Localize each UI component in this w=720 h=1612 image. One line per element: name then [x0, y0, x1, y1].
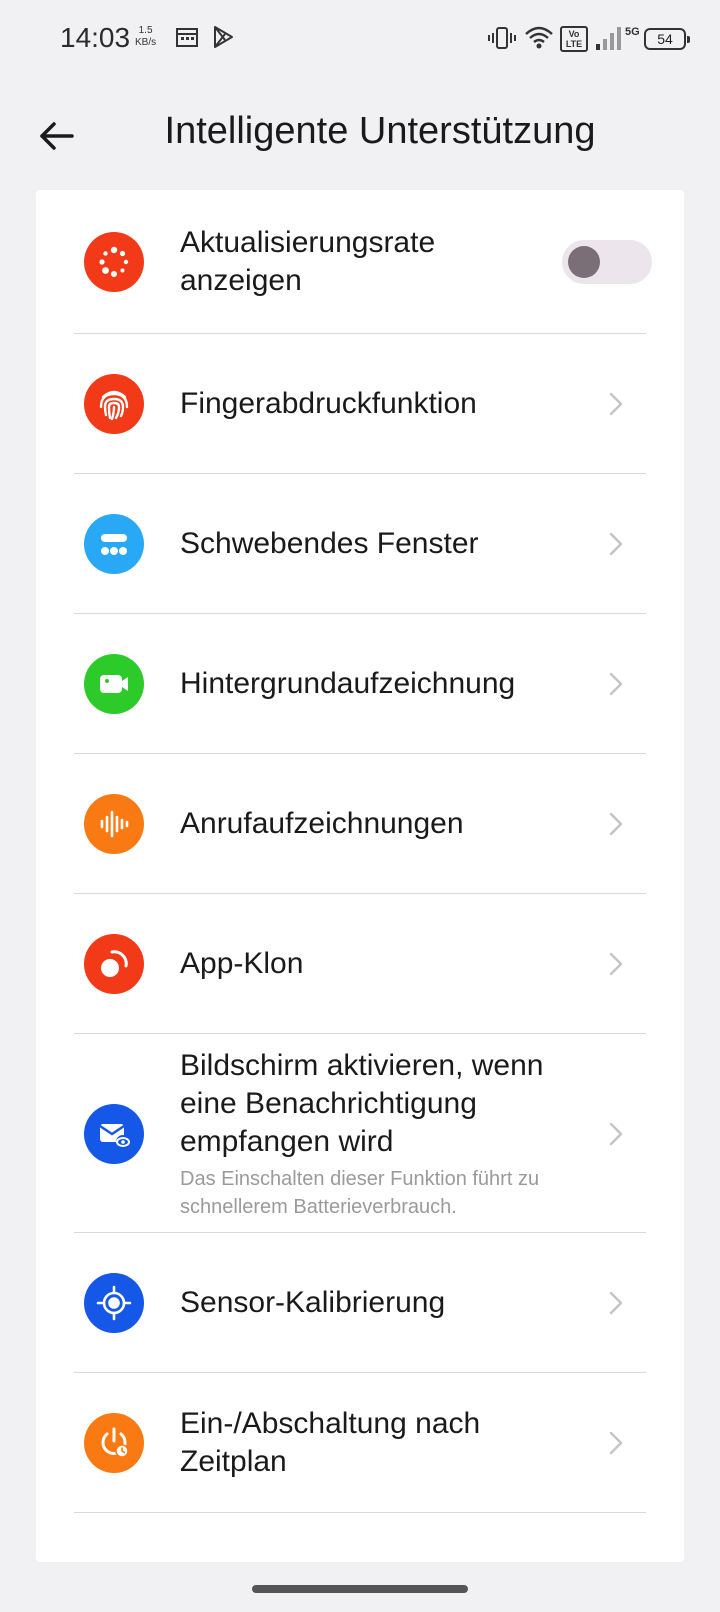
setting-background-recording[interactable]: Hintergrundaufzeichnung [36, 614, 684, 754]
setting-label: Fingerabdruckfunktion [180, 387, 477, 420]
chevron-right-icon [609, 1431, 623, 1455]
status-time: 14:03 [60, 22, 131, 53]
play-store-icon [214, 26, 233, 48]
chevron-right-icon [609, 532, 623, 556]
setting-label: Anrufaufzeichnungen [180, 807, 464, 840]
setting-sublabel: Das Einschalten dieser Funktion führt zu… [180, 1167, 540, 1218]
setting-label: Aktualisierungsrate anzeigen [180, 226, 436, 297]
notification-wake-icon [84, 1103, 144, 1164]
setting-call-recordings[interactable]: Anrufaufzeichnungen [36, 754, 684, 894]
setting-label: Hintergrundaufzeichnung [180, 667, 516, 700]
scheduled-power-icon [84, 1413, 144, 1473]
setting-label: Ein-/Abschaltung nach Zeitplan [180, 1407, 481, 1478]
chevron-right-icon [609, 812, 623, 836]
floating-window-icon [84, 514, 144, 574]
chevron-right-icon [609, 1122, 623, 1145]
chevron-right-icon [609, 952, 623, 976]
refresh-rate-icon [84, 232, 144, 292]
battery-icon: 54 [644, 28, 690, 50]
setting-sensor-calibration[interactable]: Sensor-Kalibrierung [36, 1233, 684, 1373]
setting-label: Bildschirm aktivieren, wenn eine Benachr… [180, 1048, 544, 1158]
setting-label: Sensor-Kalibrierung [180, 1286, 446, 1319]
toggle-knob [568, 246, 600, 278]
fingerprint-icon [84, 374, 144, 434]
settings-list: Aktualisierungsrate anzeigen Fingerabdru… [36, 190, 684, 1562]
calendar-icon [176, 28, 198, 47]
setting-wake-on-notification[interactable]: Bildschirm aktivieren, wenn eine Benachr… [36, 1034, 684, 1233]
page-title: Intelligente Unterstützung [164, 110, 596, 152]
signal-icon [596, 27, 621, 50]
call-recording-icon [84, 794, 144, 854]
app-clone-icon [84, 934, 144, 994]
setting-floating-window[interactable]: Schwebendes Fenster [36, 474, 684, 614]
setting-scheduled-power[interactable]: Ein-/Abschaltung nach Zeitplan [36, 1373, 684, 1513]
setting-label: Schwebendes Fenster [180, 527, 479, 560]
header: Intelligente Unterstützung [0, 90, 720, 180]
status-bar: 14:03 1.5 KB/s Vo LTE 5G 54 [0, 0, 720, 80]
setting-refresh-rate[interactable]: Aktualisierungsrate anzeigen [36, 190, 684, 334]
network-speed: 1.5 KB/s [135, 25, 157, 48]
setting-app-clone[interactable]: App-Klon [36, 894, 684, 1034]
wifi-icon [525, 26, 553, 49]
chevron-right-icon [609, 1291, 623, 1315]
setting-fingerprint[interactable]: Fingerabdruckfunktion [36, 334, 684, 474]
chevron-right-icon [609, 672, 623, 696]
chevron-right-icon [609, 392, 623, 416]
network-type: 5G [625, 26, 640, 38]
video-record-icon [84, 654, 144, 714]
refresh-rate-toggle[interactable] [562, 240, 652, 284]
setting-label: App-Klon [180, 947, 304, 980]
volte-badge: Vo LTE [560, 26, 588, 52]
vibrate-icon [488, 27, 516, 49]
home-indicator[interactable] [252, 1585, 468, 1593]
sensor-calibration-icon [84, 1273, 144, 1333]
